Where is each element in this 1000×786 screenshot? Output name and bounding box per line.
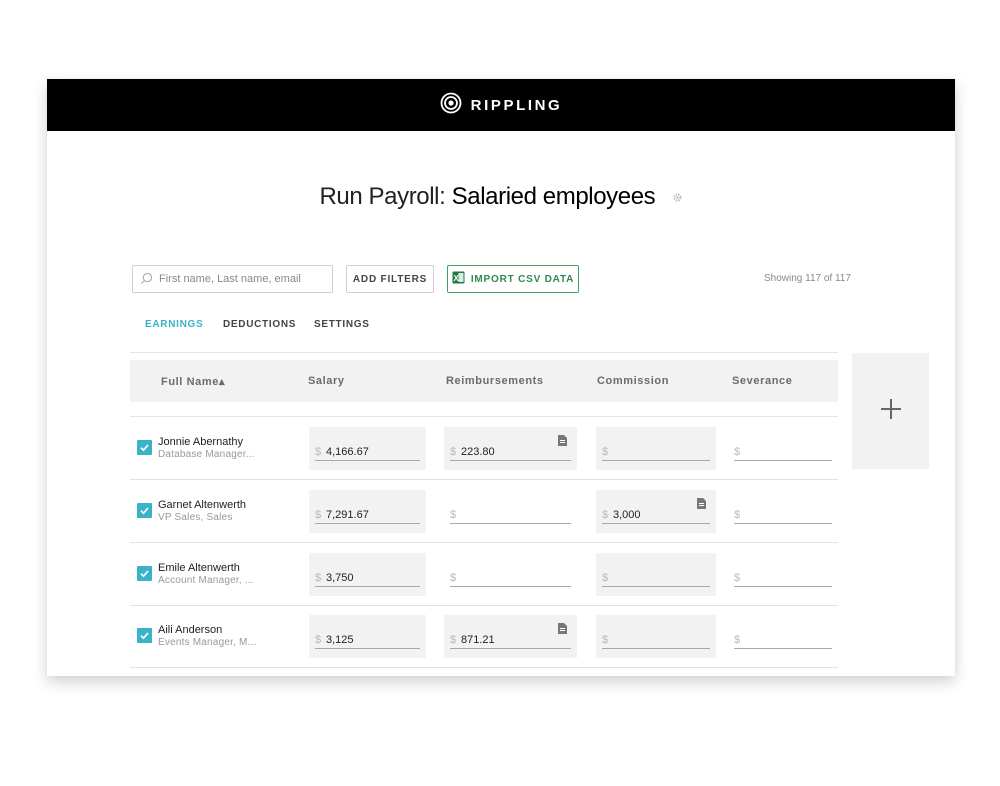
employee-name[interactable]: Jonnie Abernathy [158,436,243,448]
checkmark-icon [140,507,149,515]
severance-field[interactable]: $ [728,427,838,470]
reimbursements-field[interactable]: $ [444,553,577,596]
import-csv-label: IMPORT CSV DATA [470,273,575,285]
document-icon[interactable] [558,433,567,451]
tab-settings[interactable]: SETTINGS [314,319,370,330]
employee-title: Account Manager, ... [158,575,254,586]
employee-name[interactable]: Garnet Altenwerth [158,499,246,511]
salary-field[interactable]: $ 7,291.67 [309,490,426,533]
showing-count: Showing 117 of 117 [764,273,851,284]
search-icon [140,272,153,290]
severance-field[interactable]: $ [728,490,838,533]
page-title-main: Salaried employees [451,183,656,210]
checkmark-icon [140,632,149,640]
employee-title: VP Sales, Sales [158,512,233,523]
svg-text:X: X [453,274,459,283]
salary-field[interactable]: $ 3,125 [309,615,426,658]
top-bar: RIPPLING [47,79,955,131]
brand-logo[interactable]: RIPPLING [440,92,563,119]
salary-field[interactable]: $ 4,166.67 [309,427,426,470]
commission-field[interactable]: $ [596,553,716,596]
employee-name[interactable]: Aili Anderson [158,624,222,636]
search-input[interactable] [159,266,327,292]
table-header: Full Name▴ Salary Reimbursements Commiss… [130,360,838,402]
import-csv-button[interactable]: X IMPORT CSV DATA [447,265,579,293]
rippling-logo-icon [440,92,462,119]
document-icon[interactable] [558,621,567,639]
column-header-severance[interactable]: Severance [732,375,792,387]
commission-field[interactable]: $ 3,000 [596,490,716,533]
add-filters-button[interactable]: ADD FILTERS [346,265,434,293]
severance-field[interactable]: $ [728,615,838,658]
checkmark-icon [140,570,149,578]
column-header-salary[interactable]: Salary [308,375,345,387]
brand-name: RIPPLING [470,96,563,114]
employee-name[interactable]: Emile Altenwerth [158,562,240,574]
add-column-button[interactable] [852,353,929,469]
document-icon[interactable] [697,496,706,514]
app-window: RIPPLING Run Payroll: Salaried employees… [47,79,955,676]
commission-field[interactable]: $ [596,427,716,470]
row-checkbox[interactable] [137,566,152,581]
reimbursements-field[interactable]: $ 871.21 [444,615,577,658]
reimbursements-field[interactable]: $ 223.80 [444,427,577,470]
gear-icon[interactable] [672,182,683,210]
row-checkbox[interactable] [137,440,152,455]
divider [130,352,838,353]
commission-field[interactable]: $ [596,615,716,658]
table-row: Garnet Altenwerth VP Sales, Sales $ 7,29… [130,480,838,543]
reimbursements-field[interactable]: $ [444,490,577,533]
employee-title: Events Manager, M... [158,637,257,648]
checkmark-icon [140,444,149,452]
excel-icon: X [452,271,465,287]
page-title: Run Payroll: Salaried employees [47,183,955,212]
plus-icon [880,398,902,425]
column-header-commission[interactable]: Commission [597,375,669,387]
search-box[interactable] [132,265,333,293]
tab-deductions[interactable]: DEDUCTIONS [223,319,296,330]
table-row: Jonnie Abernathy Database Manager... $ 4… [130,417,838,480]
page-title-prefix: Run Payroll: [319,183,446,210]
salary-field[interactable]: $ 3,750 [309,553,426,596]
table-row: Emile Altenwerth Account Manager, ... $ … [130,543,838,606]
table-row: Aili Anderson Events Manager, M... $ 3,1… [130,605,838,668]
employee-title: Database Manager... [158,449,255,460]
column-header-reimbursements[interactable]: Reimbursements [446,375,544,387]
tab-earnings[interactable]: EARNINGS [145,319,203,330]
row-checkbox[interactable] [137,503,152,518]
row-checkbox[interactable] [137,628,152,643]
severance-field[interactable]: $ [728,553,838,596]
column-header-full-name[interactable]: Full Name▴ [161,375,225,388]
